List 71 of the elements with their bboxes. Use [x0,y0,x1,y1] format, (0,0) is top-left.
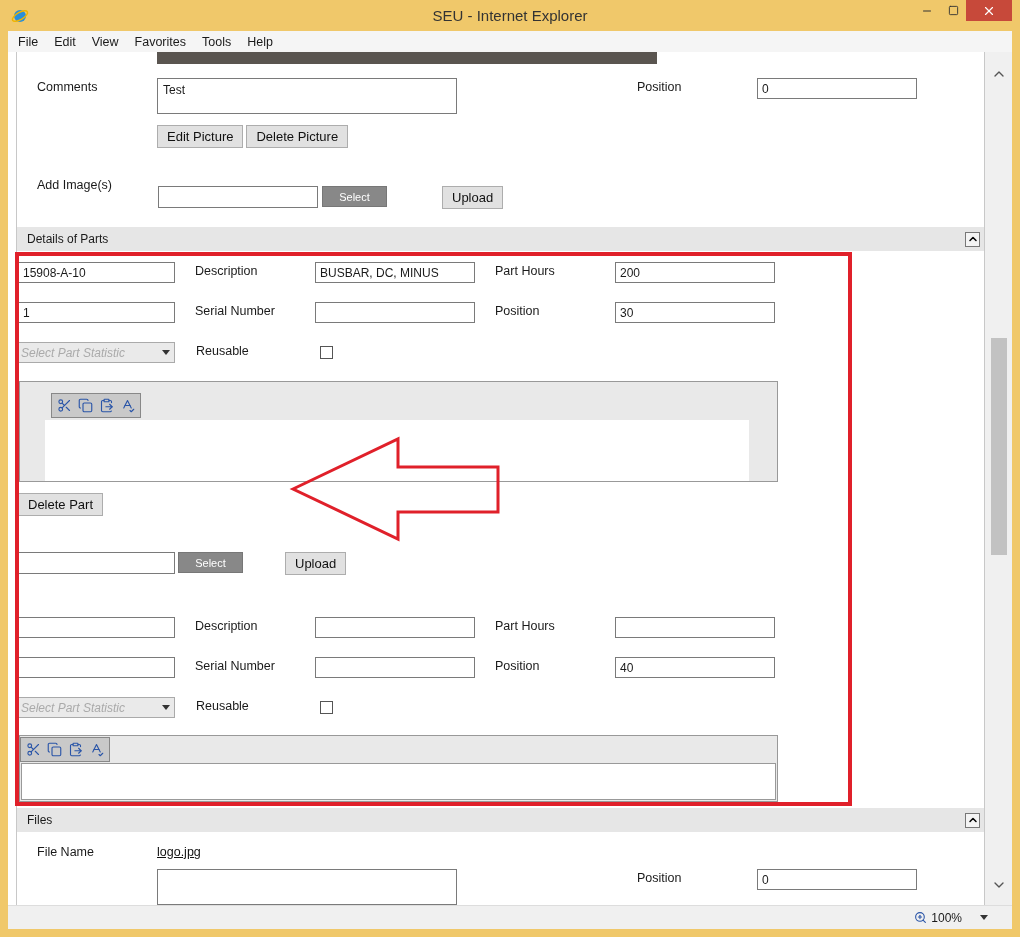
picture-button[interactable]: Delete Picture [246,125,349,148]
field-label: Position [495,658,541,673]
comments-field[interactable]: Test [157,78,457,114]
menu-item[interactable]: File [10,34,47,49]
paste-icon[interactable] [99,398,114,413]
cut-icon[interactable] [26,742,41,757]
quantity-field[interactable]: 1 [18,302,175,323]
field-label: Position [637,870,683,885]
part-hours-field[interactable] [615,617,775,638]
select-button[interactable]: Select [178,552,243,573]
upload-button[interactable]: Upload [442,186,504,209]
maximize-icon [947,5,959,16]
reusable-checkbox[interactable] [320,346,333,359]
part-number-field[interactable]: 15908-A-10 [18,262,175,283]
field-label: Reusable [196,343,250,358]
quantity-field[interactable] [18,657,175,678]
field-label: Description [195,618,259,633]
field-label: Position [495,303,541,318]
spellcheck-icon[interactable] [120,398,135,413]
field-label: File Name [37,844,95,859]
field-label: Reusable [196,698,250,713]
menu-item[interactable]: Help [239,34,281,49]
description-field[interactable]: BUSBAR, DC, MINUS [315,262,475,283]
field-label: Part Hours [495,263,556,278]
field-label: Serial Number [195,658,276,673]
reusable-checkbox[interactable] [320,701,333,714]
dropdown-caret-icon [162,350,170,355]
serial-number-field[interactable] [315,302,475,323]
field-label: Add Image(s) [37,177,114,192]
scrollbar-thumb[interactable] [990,338,1007,555]
upload-button[interactable]: Upload [285,552,347,575]
collapse-button[interactable] [965,231,980,247]
copy-icon[interactable] [47,742,62,757]
part-number-field[interactable] [18,617,175,638]
window-title: SEU - Internet Explorer [432,7,588,24]
spellcheck-icon[interactable] [89,742,104,757]
comments-field[interactable] [157,869,457,905]
field-label: Position [637,79,683,94]
position-field[interactable]: 0 [757,869,917,890]
zoom-icon[interactable] [914,911,928,924]
cut-icon[interactable] [57,398,72,413]
text-editor-area[interactable] [45,420,749,481]
menu-item[interactable]: View [83,34,127,49]
description-field[interactable] [315,617,475,638]
dropdown-caret-icon[interactable] [980,915,988,920]
collapse-button[interactable] [965,812,980,828]
dropdown-caret-icon [162,705,170,710]
zoom-level: 100% [931,910,962,925]
part-hours-field[interactable]: 200 [615,262,775,283]
select-button[interactable]: Select [322,186,387,207]
field-label: Comments [37,79,99,94]
text-editor-area[interactable] [21,763,776,800]
copy-icon[interactable] [78,398,93,413]
field-label: Serial Number [195,303,276,318]
file-input-field[interactable] [158,186,318,208]
position-field[interactable]: 40 [615,657,775,678]
file-input-field[interactable] [18,552,175,574]
position-field[interactable]: 30 [615,302,775,323]
field-label: Part Hours [495,618,556,633]
menu-item[interactable]: Edit [46,34,84,49]
position-field[interactable]: 0 [757,78,917,99]
section-title: Files [27,813,53,827]
section-title: Details of Parts [27,232,109,246]
menu-item[interactable]: Tools [194,34,240,49]
menu-item[interactable]: Favorites [126,34,194,49]
field-label: Description [195,263,259,278]
delete-part-button[interactable]: Delete Part [18,493,104,516]
picture-button[interactable]: Edit Picture [157,125,244,148]
paste-icon[interactable] [68,742,83,757]
file-link[interactable]: logo.jpg [157,843,201,859]
serial-number-field[interactable] [315,657,475,678]
